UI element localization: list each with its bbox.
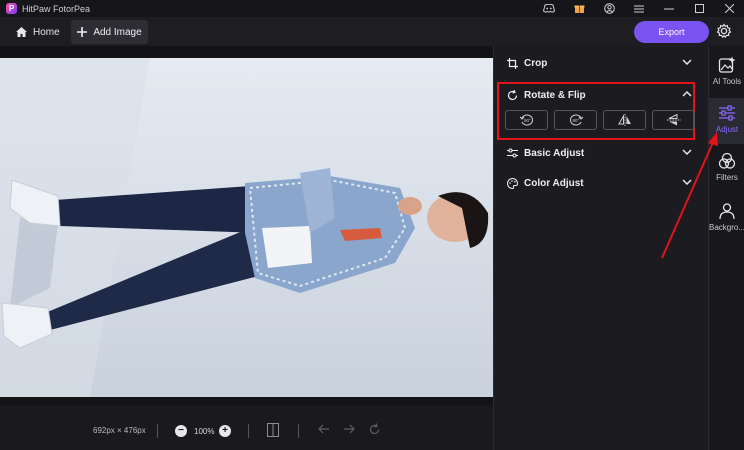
- chevron-down-icon: [682, 59, 692, 65]
- section-rotate-flip[interactable]: Rotate & Flip: [494, 83, 709, 107]
- plus-icon: [77, 27, 88, 37]
- section-label: Rotate & Flip: [524, 89, 586, 101]
- background-icon: [719, 203, 735, 220]
- add-image-button[interactable]: Add Image: [71, 20, 148, 44]
- flip-horizontal-icon: [617, 114, 631, 126]
- ai-tools-icon: [718, 56, 736, 73]
- section-label: Crop: [524, 57, 548, 69]
- tool-rail: AI Tools Adjust Filters Backgro...: [708, 46, 744, 450]
- section-basic-adjust[interactable]: Basic Adjust: [494, 141, 709, 165]
- rotate-flip-buttons: 90° 90°: [505, 110, 695, 130]
- menu-icon[interactable]: [624, 0, 654, 17]
- app-logo: P: [6, 3, 17, 14]
- undo-icon[interactable]: [318, 423, 330, 435]
- flip-horizontal-button[interactable]: [603, 110, 646, 130]
- filters-icon: [718, 152, 736, 169]
- rail-label: Adjust: [715, 125, 739, 134]
- minimize-icon[interactable]: [654, 0, 684, 17]
- rail-item-adjust[interactable]: Adjust: [709, 98, 744, 144]
- close-icon[interactable]: [714, 0, 744, 17]
- compare-icon[interactable]: [267, 423, 279, 437]
- chevron-down-icon: [682, 179, 692, 185]
- section-label: Basic Adjust: [524, 147, 585, 159]
- chevron-down-icon: [682, 149, 692, 155]
- chevron-up-icon: [682, 91, 692, 97]
- home-label: Home: [33, 26, 60, 38]
- add-image-label: Add Image: [93, 26, 142, 38]
- section-color-adjust[interactable]: Color Adjust: [494, 171, 709, 195]
- window-controls: [534, 0, 744, 17]
- rail-item-ai-tools[interactable]: AI Tools: [709, 50, 744, 96]
- discord-icon[interactable]: [534, 0, 564, 17]
- zoom-level: 100%: [194, 427, 215, 436]
- palette-icon: [507, 177, 518, 189]
- photo-canvas[interactable]: [0, 58, 493, 397]
- adjust-panel: Crop Rotate & Flip 90° 90° Basic Adjust …: [493, 46, 708, 450]
- rotate-left-label: 90°: [524, 118, 531, 123]
- rotate-right-label: 90°: [572, 118, 579, 123]
- maximize-icon[interactable]: [684, 0, 714, 17]
- top-toolbar: Home Add Image Export: [0, 17, 744, 46]
- rail-item-filters[interactable]: Filters: [709, 146, 744, 192]
- title-bar: P HitPaw FotorPea: [0, 0, 744, 17]
- reset-icon[interactable]: [368, 423, 381, 436]
- divider: [157, 424, 158, 438]
- redo-icon[interactable]: [343, 423, 355, 435]
- rail-label: AI Tools: [712, 77, 742, 86]
- section-label: Color Adjust: [524, 177, 584, 189]
- rotate-right-90-icon: 90°: [569, 114, 583, 126]
- zoom-in-button[interactable]: +: [219, 425, 231, 437]
- rotate-right-button[interactable]: 90°: [554, 110, 597, 130]
- flip-vertical-button[interactable]: [652, 110, 695, 130]
- rotate-left-button[interactable]: 90°: [505, 110, 548, 130]
- canvas-bottom-bar: 692px × 476px − 100% +: [0, 405, 493, 450]
- crop-icon: [507, 57, 518, 69]
- rotate-icon: [507, 89, 518, 100]
- export-button[interactable]: Export: [634, 21, 709, 43]
- zoom-out-button[interactable]: −: [175, 425, 187, 437]
- settings-icon[interactable]: [716, 23, 732, 39]
- image-dimensions: 692px × 476px: [93, 426, 146, 435]
- gift-icon[interactable]: [564, 0, 594, 17]
- section-crop[interactable]: Crop: [494, 51, 709, 75]
- account-icon[interactable]: [594, 0, 624, 17]
- adjust-icon: [719, 105, 735, 121]
- app-title: HitPaw FotorPea: [22, 3, 91, 14]
- home-button[interactable]: Home: [8, 22, 68, 42]
- rail-label: Filters: [716, 173, 738, 182]
- person-image: [0, 58, 493, 397]
- rail-label: Backgro...: [709, 223, 744, 232]
- divider: [298, 424, 299, 438]
- rotate-left-90-icon: 90°: [519, 114, 533, 126]
- rail-item-background[interactable]: Backgro...: [709, 196, 744, 242]
- divider: [248, 424, 249, 438]
- flip-vertical-icon: [666, 114, 681, 126]
- home-icon: [16, 27, 27, 37]
- sliders-icon: [507, 148, 518, 158]
